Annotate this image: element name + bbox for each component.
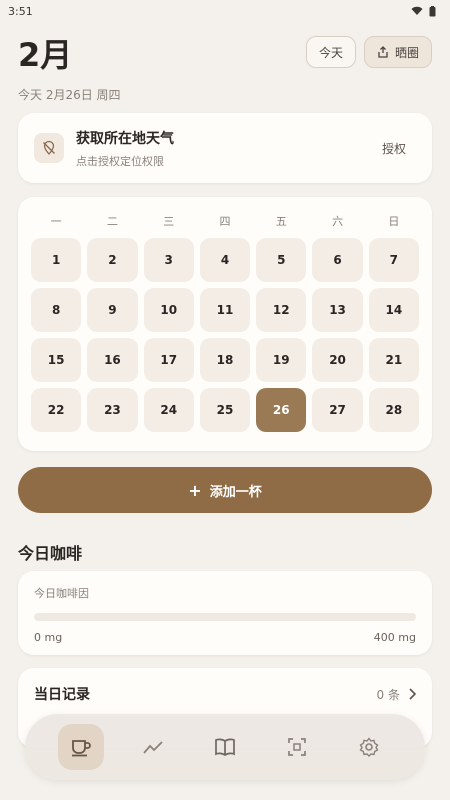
caffeine-scale: 0 mg 400 mg — [34, 631, 416, 644]
calendar-day[interactable]: 4 — [199, 238, 251, 282]
bottom-nav — [25, 714, 425, 780]
calendar-day[interactable]: 17 — [143, 338, 194, 382]
calendar-day[interactable]: 9 — [87, 288, 138, 332]
caffeine-progress-bar — [34, 613, 416, 621]
calendar-day[interactable]: 2 — [87, 238, 138, 282]
calendar-day[interactable]: 13 — [312, 288, 363, 332]
calendar-day[interactable]: 1 — [31, 238, 82, 282]
daily-record-row: 当日记录 0 条 — [34, 684, 416, 704]
header: 2月 今天 2月26日 周四 今天 晒圈 — [18, 30, 432, 102]
calendar-day[interactable]: 22 — [31, 388, 82, 432]
calendar-day[interactable]: 18 — [199, 338, 251, 382]
calendar-day[interactable]: 11 — [199, 288, 251, 332]
location-off-icon — [34, 133, 64, 163]
caffeine-max: 400 mg — [373, 631, 416, 644]
share-icon — [378, 46, 388, 58]
status-bar: 3:51 — [0, 0, 450, 22]
calendar-day[interactable]: 14 — [368, 288, 419, 332]
caffeine-card: 今日咖啡因 0 mg 400 mg — [18, 571, 432, 655]
calendar-day[interactable]: 20 — [312, 338, 363, 382]
weather-text: 获取所在地天气 点击授权定位权限 — [76, 128, 372, 169]
calendar-day[interactable]: 21 — [368, 338, 419, 382]
calendar-day[interactable]: 15 — [31, 338, 82, 382]
book-icon — [215, 738, 235, 756]
today-button-label: 今天 — [318, 45, 343, 60]
status-time: 3:51 — [8, 4, 33, 18]
calendar-day[interactable]: 23 — [87, 388, 138, 432]
record-count-value: 0 条 — [376, 687, 400, 702]
scan-icon — [288, 738, 306, 756]
calendar-day[interactable]: 28 — [368, 388, 419, 432]
weekday-label: 二 — [106, 215, 118, 228]
header-actions: 今天 晒圈 — [305, 36, 432, 68]
calendar-day[interactable]: 16 — [87, 338, 138, 382]
calendar-day[interactable]: 24 — [143, 388, 194, 432]
weather-card[interactable]: 获取所在地天气 点击授权定位权限 授权 — [18, 113, 432, 183]
wifi-icon — [411, 6, 423, 15]
calendar-days: 1 2 3 4 5 6 7 8 9 10 11 12 13 14 15 16 17 18 19 20 21 22 23 24 2… — [28, 235, 422, 435]
current-date: 今天 2月26日 周四 — [18, 88, 121, 102]
weekday-label: 三 — [163, 215, 175, 228]
share-button-label: 晒圈 — [394, 45, 419, 60]
calendar-day[interactable]: 3 — [143, 238, 194, 282]
plus-icon: + — [188, 480, 202, 500]
calendar: 一 二 三 四 五 六 日 1 2 3 4 5 6 7 8 9 10 11 12 13 14 15 16 17 1… — [18, 197, 432, 451]
battery-icon — [429, 5, 436, 16]
weather-title: 获取所在地天气 — [76, 130, 174, 147]
calendar-day[interactable]: 19 — [256, 338, 307, 382]
calendar-day[interactable]: 12 — [256, 288, 307, 332]
today-button[interactable]: 今天 — [305, 36, 356, 68]
authorize-button[interactable]: 授权 — [372, 140, 416, 157]
calendar-day[interactable]: 7 — [368, 238, 419, 282]
calendar-day[interactable]: 6 — [312, 238, 363, 282]
weather-subtitle: 点击授权定位权限 — [76, 154, 164, 168]
share-button[interactable]: 晒圈 — [363, 36, 432, 68]
calendar-day[interactable]: 5 — [256, 238, 307, 282]
nav-settings[interactable] — [346, 724, 392, 770]
chevron-right-icon — [409, 688, 416, 700]
section-title: 今日咖啡 — [18, 544, 83, 563]
weekday-label: 日 — [388, 215, 400, 228]
weekday-label: 四 — [219, 215, 231, 228]
status-icons — [411, 5, 436, 17]
weekday-header: 一 二 三 四 五 六 日 — [28, 207, 422, 235]
calendar-day-today[interactable]: 26 — [256, 388, 307, 432]
weekday-label: 六 — [332, 215, 344, 228]
calendar-day[interactable]: 8 — [31, 288, 82, 332]
calendar-day[interactable]: 25 — [199, 388, 251, 432]
calendar-day[interactable]: 27 — [312, 388, 363, 432]
daily-record-title: 当日记录 — [34, 687, 90, 703]
nav-book[interactable] — [202, 724, 248, 770]
daily-record-count: 0 条 — [377, 686, 416, 703]
coffee-cup-icon — [72, 740, 91, 757]
weekday-label: 五 — [275, 215, 287, 228]
caffeine-label: 今日咖啡因 — [34, 587, 89, 600]
nav-coffee[interactable] — [58, 724, 104, 770]
weekday-label: 一 — [50, 215, 62, 228]
add-cup-button[interactable]: + 添加一杯 — [18, 467, 432, 513]
caffeine-current: 0 mg — [34, 631, 63, 644]
nav-trend[interactable] — [130, 724, 176, 770]
add-cup-label: 添加一杯 — [209, 484, 262, 500]
nav-scan[interactable] — [274, 724, 320, 770]
calendar-day[interactable]: 10 — [143, 288, 194, 332]
trend-icon — [143, 741, 163, 754]
settings-icon — [359, 737, 379, 757]
